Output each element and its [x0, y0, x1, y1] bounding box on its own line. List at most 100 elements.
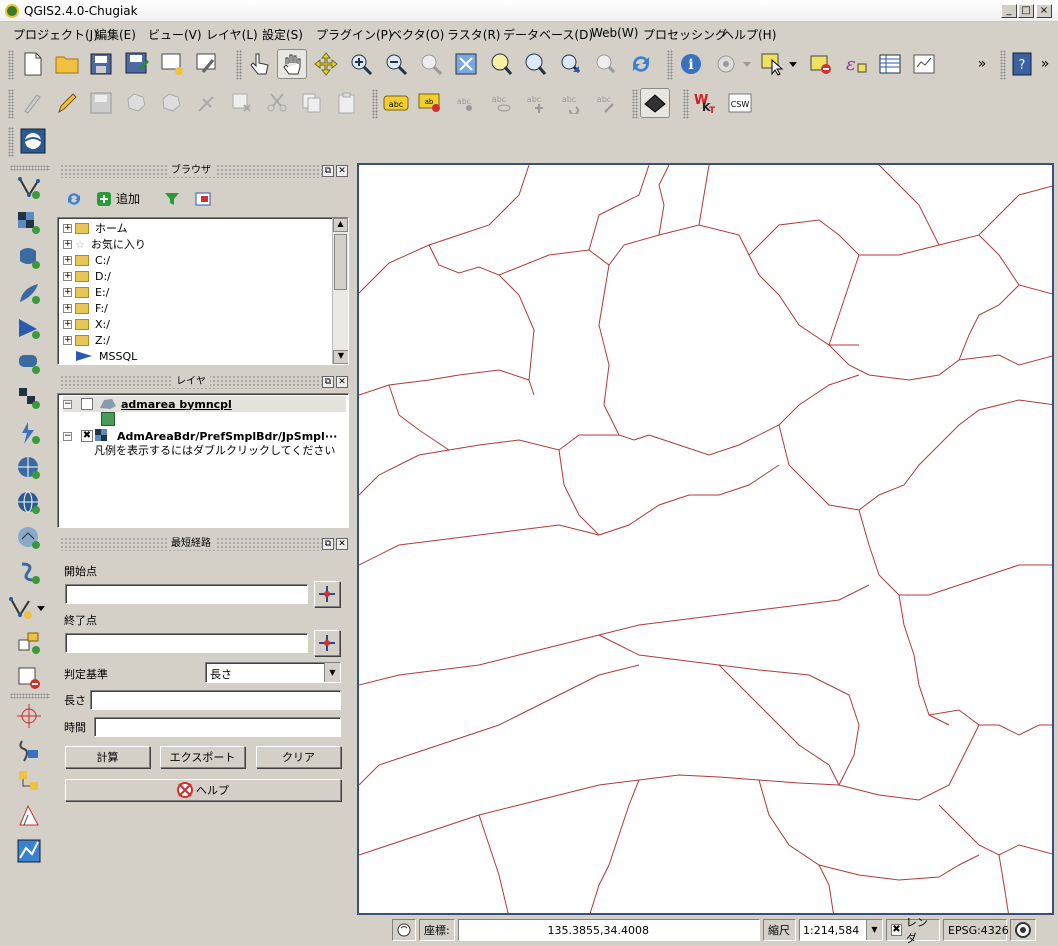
open-project-icon[interactable] — [52, 49, 82, 79]
refresh-icon[interactable] — [60, 185, 88, 213]
delete-selected-icon[interactable] — [227, 88, 257, 118]
toolbar-grip[interactable] — [236, 50, 242, 80]
heatmap-icon[interactable] — [14, 836, 44, 866]
messages-toggle[interactable] — [392, 919, 416, 941]
render-toggle[interactable]: ✖ レンダ — [886, 916, 940, 945]
toolbar-grip[interactable] — [8, 50, 14, 80]
zoom-native-icon[interactable] — [416, 49, 446, 79]
menu-raster[interactable]: ラスタ(R) — [447, 26, 500, 43]
toolbar-grip[interactable] — [372, 89, 378, 119]
new-shapefile-icon[interactable] — [6, 593, 36, 623]
menu-web[interactable]: Web(W) — [591, 26, 638, 40]
menu-settings[interactable]: 設定(S) — [262, 26, 303, 43]
label-move-icon[interactable]: abc — [521, 88, 551, 118]
toolbar-grip[interactable] — [632, 89, 638, 119]
pan-to-selection-icon[interactable] — [311, 49, 341, 79]
coordinate-label[interactable]: 座標: — [419, 919, 455, 941]
close-panel-icon[interactable]: ✕ — [336, 538, 348, 550]
maximize-button[interactable]: □ — [1018, 4, 1034, 18]
add-wcs-layer-icon[interactable] — [14, 418, 44, 448]
deselect-all-icon[interactable] — [806, 49, 836, 79]
toolbar-grip[interactable] — [667, 50, 673, 80]
collapse-all-icon[interactable] — [189, 185, 217, 213]
add-feature-icon[interactable] — [122, 88, 152, 118]
add-gpx-icon[interactable] — [14, 558, 44, 588]
zoom-full-icon[interactable] — [451, 49, 481, 79]
help-button[interactable]: ヘルプ — [65, 779, 341, 801]
toolbar-grip[interactable] — [8, 89, 14, 119]
add-wms-layer-icon[interactable] — [14, 383, 44, 413]
toolbar-overflow-button[interactable]: » — [970, 49, 994, 79]
save-project-icon[interactable] — [86, 49, 116, 79]
projection-icon[interactable] — [1010, 919, 1036, 941]
touch-zoom-icon[interactable] — [243, 49, 273, 79]
menu-processing[interactable]: プロセッシング — [643, 26, 727, 43]
layers-tree[interactable]: − admarea bymncpl − ✖ AdmAreaBdr/PrefSmp… — [57, 393, 349, 528]
toggle-editing-icon[interactable] — [52, 88, 82, 118]
calculate-button[interactable]: 計算 — [65, 746, 150, 768]
virtual-layer-icon[interactable] — [14, 628, 44, 658]
layer-item-admarea[interactable]: − admarea bymncpl — [63, 396, 346, 412]
close-button[interactable]: × — [1036, 4, 1052, 18]
tree-item-home[interactable]: + ホーム — [63, 220, 128, 236]
tree-item-favorites[interactable]: + ☆ お気に入り — [63, 236, 146, 252]
tree-item-z-drive[interactable]: + Z:/ — [63, 332, 110, 348]
start-point-capture-button[interactable] — [314, 581, 340, 607]
criteria-select[interactable]: 長さ ▼ — [205, 662, 341, 683]
paste-features-icon[interactable] — [332, 88, 362, 118]
topology-checker-icon[interactable] — [14, 801, 44, 831]
browser-scrollbar[interactable]: ▲ ▼ — [332, 218, 348, 364]
menu-plugins[interactable]: プラグイン(P) — [316, 26, 393, 43]
zoom-last-icon[interactable] — [556, 49, 586, 79]
tree-item-d-drive[interactable]: + D:/ — [63, 268, 111, 284]
whats-this-help-icon[interactable]: ? — [1007, 49, 1037, 79]
add-web-service-icon[interactable] — [14, 488, 44, 518]
new-project-icon[interactable] — [18, 49, 48, 79]
chevron-down-icon[interactable] — [740, 49, 754, 79]
csw-plugin-icon[interactable]: CSW — [725, 88, 755, 118]
tree-item-e-drive[interactable]: + E:/ — [63, 284, 109, 300]
scroll-down-icon[interactable]: ▼ — [333, 350, 348, 364]
layer-visibility-checkbox[interactable] — [81, 398, 93, 410]
label-highlight-icon[interactable]: abc — [451, 88, 481, 118]
zoom-to-selection-icon[interactable] — [486, 49, 516, 79]
label-pin-icon[interactable]: ab — [416, 88, 446, 118]
add-wfs-layer-icon[interactable] — [14, 453, 44, 483]
refresh-icon[interactable] — [626, 49, 656, 79]
zoom-next-icon[interactable] — [591, 49, 621, 79]
toolbar-grip[interactable] — [1000, 50, 1006, 80]
coordinate-capture-icon[interactable] — [14, 701, 44, 731]
coordinate-display[interactable]: 135.3855,34.4008 — [458, 919, 760, 941]
menu-view[interactable]: ビュー(V) — [148, 26, 202, 43]
copy-features-icon[interactable] — [297, 88, 327, 118]
label-rotate-icon[interactable]: abc — [556, 88, 586, 118]
toolbar-grip[interactable] — [683, 89, 689, 119]
statistics-icon[interactable] — [909, 49, 939, 79]
map-canvas[interactable] — [357, 163, 1054, 915]
current-edits-icon[interactable] — [18, 88, 48, 118]
add-vector-layer-icon[interactable] — [14, 173, 44, 203]
remove-layer-icon[interactable] — [14, 663, 44, 693]
add-raster-layer-icon[interactable] — [14, 208, 44, 238]
zoom-out-icon[interactable] — [381, 49, 411, 79]
zoom-to-layer-icon[interactable] — [520, 49, 550, 79]
cut-features-icon[interactable] — [262, 88, 292, 118]
export-button[interactable]: エクスポート — [160, 746, 245, 768]
close-panel-icon[interactable]: ✕ — [336, 376, 348, 388]
render-checkbox[interactable]: ✖ — [891, 924, 902, 936]
scale-combobox[interactable]: 1:214,584 ▼ — [799, 919, 883, 941]
filter-icon[interactable] — [158, 185, 186, 213]
road-graph-icon[interactable] — [14, 736, 44, 766]
add-postgis-layer-icon[interactable] — [14, 243, 44, 273]
add-spatialite-layer-icon[interactable] — [14, 278, 44, 308]
browser-tree[interactable]: + ホーム + ☆ お気に入り + C:/ + D:/ + E:/ + F:/ + X:/ + Z… — [57, 217, 349, 365]
add-delimited-text-icon[interactable] — [14, 523, 44, 553]
save-as-icon[interactable] — [122, 49, 152, 79]
chevron-down-icon[interactable]: ▼ — [866, 920, 882, 940]
layer-labeling-icon[interactable]: abc — [381, 88, 411, 118]
menu-database[interactable]: データベース(D) — [503, 26, 593, 43]
chevron-down-icon[interactable]: ▼ — [324, 663, 340, 682]
label-show-hide-icon[interactable]: abc — [486, 88, 516, 118]
close-panel-icon[interactable]: ✕ — [336, 165, 348, 177]
node-tool-icon[interactable] — [192, 88, 222, 118]
